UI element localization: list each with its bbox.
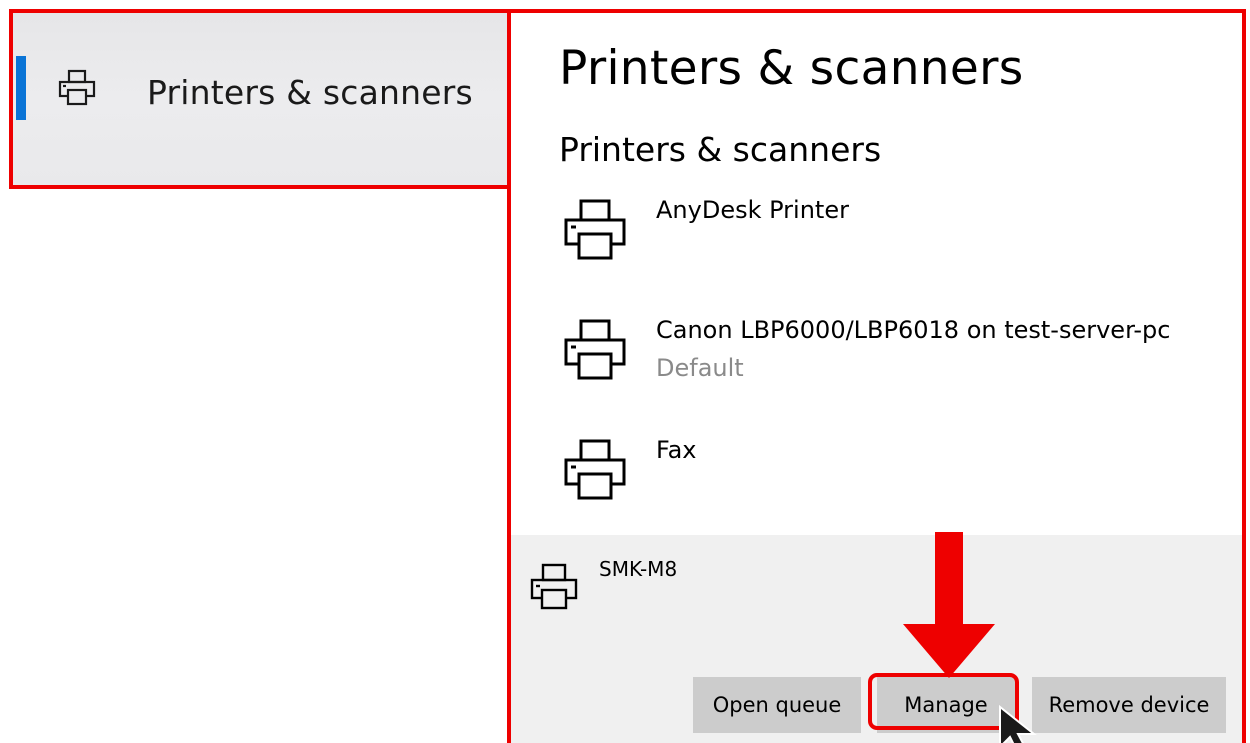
- nav-item-label: Printers & scanners: [147, 73, 473, 112]
- nav-selection-indicator: [16, 56, 26, 120]
- printer-name: Fax: [656, 436, 697, 464]
- printer-icon: [564, 199, 626, 260]
- mouse-cursor-icon: [999, 704, 1037, 743]
- printer-icon: [564, 439, 626, 500]
- printer-icon: [530, 563, 578, 610]
- printer-name: Canon LBP6000/LBP6018 on test-server-pc: [656, 316, 1171, 344]
- page-title: Printers & scanners: [559, 41, 1024, 96]
- section-title: Printers & scanners: [559, 130, 882, 169]
- nav-item-printers-scanners[interactable]: Printers & scanners: [9, 9, 511, 189]
- printer-name: SMK-M8: [599, 557, 678, 581]
- printer-icon: [564, 319, 626, 380]
- printer-list-item[interactable]: AnyDesk Printer: [561, 196, 1201, 276]
- printers-settings-panel: Printers & scanners Printers & scanners …: [507, 9, 1246, 743]
- printer-name: AnyDesk Printer: [656, 196, 849, 224]
- down-arrow-icon: [903, 532, 995, 678]
- remove-device-button[interactable]: Remove device: [1032, 677, 1226, 733]
- printer-icon: [58, 69, 96, 106]
- printer-list-item[interactable]: Canon LBP6000/LBP6018 on test-server-pc …: [561, 316, 1201, 396]
- printer-status: Default: [656, 354, 744, 382]
- printer-list-item[interactable]: Fax: [561, 436, 1201, 516]
- open-queue-button[interactable]: Open queue: [693, 677, 861, 733]
